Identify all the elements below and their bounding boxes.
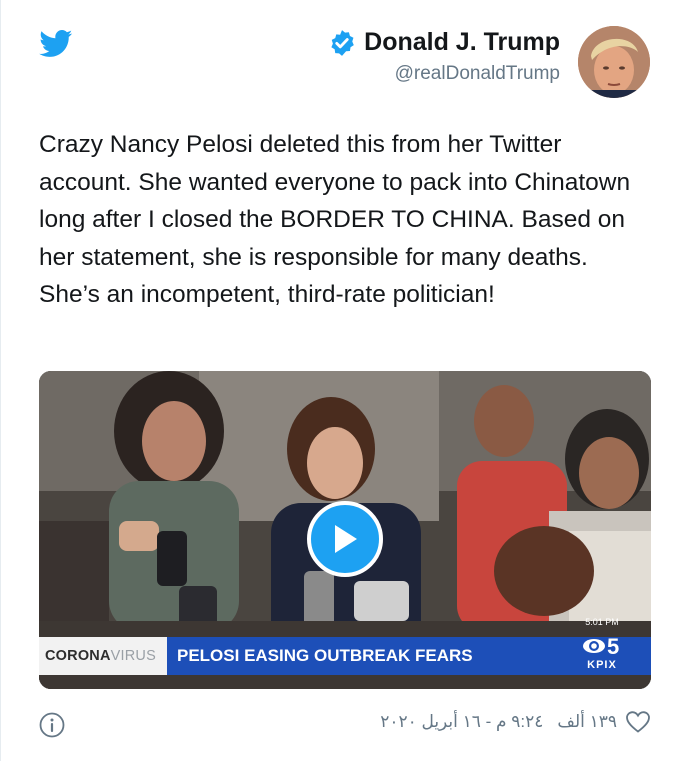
play-icon <box>335 525 357 553</box>
news-headline: PELOSI EASING OUTBREAK FEARS <box>167 637 553 675</box>
station-channel: 5 <box>607 634 619 659</box>
avatar[interactable] <box>578 26 650 98</box>
news-lower-third: CORONA VIRUS PELOSI EASING OUTBREAK FEARS… <box>39 617 651 675</box>
like-count: ١٣٩ ألف <box>557 712 617 731</box>
banner-label-sub: VIRUS <box>110 648 156 664</box>
verified-badge-icon <box>331 29 354 56</box>
info-icon[interactable] <box>39 712 65 738</box>
user-handle[interactable]: @realDonaldTrump <box>328 63 560 85</box>
tweet-text: Crazy Nancy Pelosi deleted this from her… <box>39 131 637 309</box>
tweet-author[interactable]: Donald J. Trump @realDonaldTrump <box>328 28 560 85</box>
like-button[interactable]: ١٣٩ ألف <box>557 710 651 734</box>
tweet-footer: ١٣٩ ألف ٩:٢٤ م - ١٦ أبريل ٢٠٢٠ <box>39 708 651 744</box>
display-name[interactable]: Donald J. Trump <box>364 28 560 57</box>
banner-label-main: CORONA <box>45 648 111 664</box>
tweet-meta: ١٣٩ ألف ٩:٢٤ م - ١٦ أبريل ٢٠٢٠ <box>380 710 651 734</box>
tweet-timestamp[interactable]: ٩:٢٤ م - ١٦ أبريل ٢٠٢٠ <box>380 712 543 732</box>
cbs-eye-icon: 5 <box>583 634 619 659</box>
broadcast-time: 5:01 PM <box>585 617 619 627</box>
video-media[interactable]: CORONA VIRUS PELOSI EASING OUTBREAK FEARS… <box>39 371 651 689</box>
tweet-card: Donald J. Trump @realDonaldTrump Crazy N… <box>0 0 682 761</box>
play-button[interactable] <box>307 501 383 577</box>
news-banner-label: CORONA VIRUS <box>39 637 167 675</box>
station-logo: 5:01 PM 5 KPIX <box>553 617 651 675</box>
twitter-bird-icon[interactable] <box>39 30 73 58</box>
station-call-letters: KPIX <box>587 659 617 671</box>
heart-icon <box>626 711 650 733</box>
